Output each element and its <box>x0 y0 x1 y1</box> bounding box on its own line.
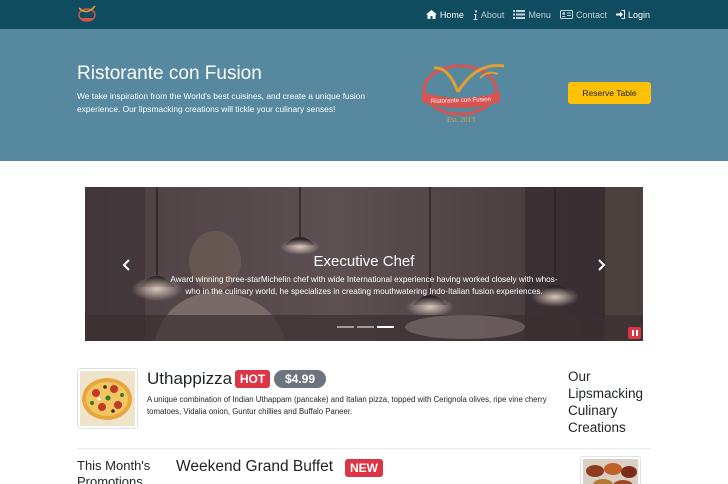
nav-menu-link[interactable]: Menu <box>513 10 551 20</box>
logo-established-text: Est. 2013 <box>447 115 476 124</box>
promotion-title: Weekend Grand Buffet <box>176 458 334 475</box>
nav-links: Home About Menu Contact Login <box>425 0 650 29</box>
carousel-slide-title: Executive Chef <box>313 253 415 270</box>
nav-menu-label: Menu <box>528 9 551 20</box>
new-badge: NEW <box>345 459 383 477</box>
jumbotron-text: We take inspiration from the World's bes… <box>77 91 366 114</box>
chevron-right-icon[interactable] <box>596 259 606 271</box>
uthappizza-image <box>80 371 135 426</box>
carousel-indicator[interactable] <box>357 326 374 328</box>
restaurant-logo-icon[interactable] <box>76 3 98 23</box>
info-icon <box>473 9 478 20</box>
buffet-thumbnail <box>580 456 641 484</box>
hot-badge: HOT <box>235 370 270 388</box>
chevron-left-icon[interactable] <box>122 259 132 271</box>
section-divider <box>77 448 651 449</box>
list-icon <box>513 10 526 19</box>
nav-contact-label: Contact <box>575 9 607 20</box>
nav-contact-link[interactable]: Contact <box>559 9 607 20</box>
nav-about-label: About <box>480 9 505 20</box>
carousel-indicator-active[interactable] <box>377 326 394 328</box>
buffet-image <box>583 459 638 484</box>
address-card-icon <box>559 10 573 19</box>
dish-name: Uthappizza <box>147 369 233 388</box>
pause-icon[interactable] <box>628 327 641 339</box>
price-badge: $4.99 <box>274 370 326 388</box>
carousel-slide-text: Award winning three-starMichelin chef wi… <box>170 275 558 296</box>
nav-home-link[interactable]: Home <box>425 9 464 20</box>
dish-thumbnail <box>77 368 138 429</box>
sign-in-icon <box>615 10 625 19</box>
nav-home-label: Home <box>439 9 464 20</box>
promotions-heading: This Month's Promotions <box>77 458 151 484</box>
nav-login-label: Login <box>627 9 650 20</box>
nav-about-link[interactable]: About <box>473 9 505 20</box>
nav-login-link[interactable]: Login <box>615 9 650 20</box>
jumbotron: Ristorante con Fusion We take inspiratio… <box>0 29 728 161</box>
dish-description: A unique combination of Indian Uthappam … <box>147 395 547 416</box>
home-icon <box>425 10 437 19</box>
carousel: Executive Chef Award winning three-starM… <box>85 187 643 341</box>
carousel-indicator[interactable] <box>337 326 354 328</box>
jumbotron-title: Ristorante con Fusion <box>77 63 262 84</box>
restaurant-logo-large: Ristorante con Fusion Est. 2013 <box>422 64 505 124</box>
navbar: Home About Menu Contact Login <box>0 0 728 29</box>
carousel-caption: Executive Chef Award winning three-starM… <box>170 253 558 298</box>
reserve-table-button[interactable]: Reserve Table <box>568 82 651 104</box>
side-heading: Our Lipsmacking Culinary Creations <box>568 369 644 435</box>
carousel-indicators <box>337 326 394 328</box>
